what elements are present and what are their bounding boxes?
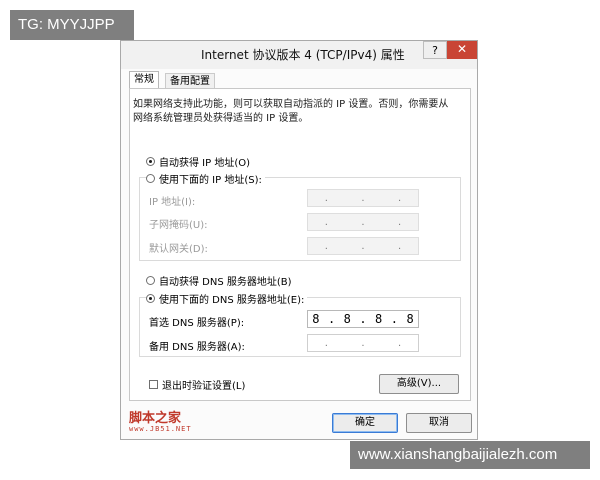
tab-alternate-configuration[interactable]: 备用配置 [165, 73, 215, 89]
validate-on-exit-label: 退出时验证设置(L) [162, 381, 246, 392]
default-gateway-input[interactable]: . . . [307, 237, 419, 255]
validate-on-exit-checkbox[interactable] [149, 380, 158, 389]
ip-address-input[interactable]: . . . [307, 189, 419, 207]
watermark-url: www.JB51.NET [129, 425, 192, 433]
subnet-mask-input[interactable]: . . . [307, 213, 419, 231]
tab-general[interactable]: 常规 [129, 71, 159, 89]
ip-address-label: IP 地址(I): [149, 197, 196, 208]
cancel-button[interactable]: 取消 [406, 413, 472, 433]
ip-manual-option[interactable]: 使用下面的 IP 地址(S): [146, 171, 265, 186]
title-bar: Internet 协议版本 4 (TCP/IPv4) 属性 ? ✕ [121, 41, 477, 69]
close-button[interactable]: ✕ [447, 41, 477, 59]
subnet-mask-label: 子网掩码(U): [149, 220, 208, 231]
ok-button[interactable]: 确定 [332, 413, 398, 433]
preferred-dns-label: 首选 DNS 服务器(P): [149, 318, 245, 329]
ip-manual-radio[interactable] [146, 174, 155, 183]
dns-manual-radio[interactable] [146, 294, 155, 303]
help-button[interactable]: ? [423, 41, 447, 59]
dns-auto-label: 自动获得 DNS 服务器地址(B) [159, 277, 292, 288]
dns-manual-label: 使用下面的 DNS 服务器地址(E): [159, 295, 305, 306]
ip-manual-label: 使用下面的 IP 地址(S): [159, 175, 262, 186]
overlay-tag: TG: MYYJJPP [10, 10, 134, 40]
description-text: 如果网络支持此功能，则可以获取自动指派的 IP 设置。否则，你需要从网络系统管理… [133, 99, 449, 124]
ip-auto-label: 自动获得 IP 地址(O) [159, 158, 251, 169]
watermark-logo: 脚本之家 [129, 410, 182, 425]
ip-auto-option[interactable]: 自动获得 IP 地址(O) [146, 154, 250, 169]
default-gateway-label: 默认网关(D): [149, 244, 208, 255]
window-title: Internet 协议版本 4 (TCP/IPv4) 属性 [201, 48, 405, 62]
validate-on-exit-option[interactable]: 退出时验证设置(L) [149, 377, 245, 392]
dns-manual-option[interactable]: 使用下面的 DNS 服务器地址(E): [146, 291, 308, 306]
dns-auto-option[interactable]: 自动获得 DNS 服务器地址(B) [146, 273, 292, 288]
alternate-dns-input[interactable]: . . . [307, 334, 419, 352]
ipv4-properties-dialog: Internet 协议版本 4 (TCP/IPv4) 属性 ? ✕ 备用配置 常… [120, 40, 478, 440]
overlay-footer-band: www.xianshangbaijialezh.com [350, 441, 590, 469]
preferred-dns-input[interactable]: 8 . 8 . 8 . 8 [307, 310, 419, 328]
alternate-dns-label: 备用 DNS 服务器(A): [149, 342, 245, 353]
dns-auto-radio[interactable] [146, 276, 155, 285]
advanced-button[interactable]: 高级(V)... [379, 374, 459, 394]
ip-auto-radio[interactable] [146, 157, 155, 166]
